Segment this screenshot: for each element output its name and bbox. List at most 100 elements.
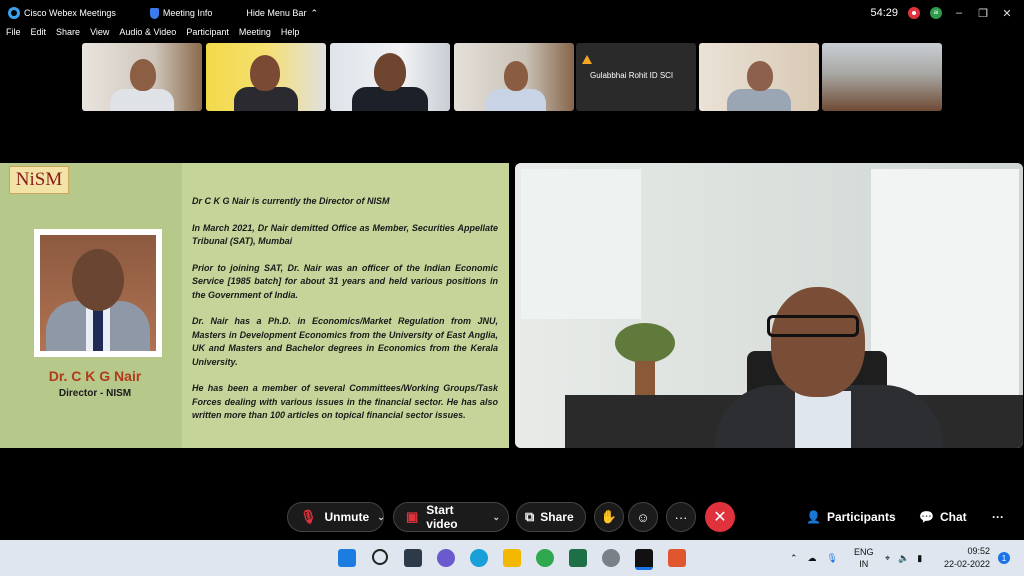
participant-tile[interactable]	[206, 43, 326, 111]
shield-icon	[149, 7, 159, 19]
menu-participant[interactable]: Participant	[186, 27, 229, 41]
search-icon[interactable]	[372, 549, 388, 565]
chevron-down-icon[interactable]: ⌄	[492, 512, 500, 523]
close-icon[interactable]: ✕	[1000, 7, 1014, 20]
share-button[interactable]: ⧉ Share	[516, 502, 586, 532]
file-explorer-icon[interactable]	[503, 549, 521, 567]
task-view-icon[interactable]	[404, 549, 422, 567]
mic-icon[interactable]: 🎙	[827, 553, 838, 564]
speaker-icon: 🔈	[898, 552, 910, 563]
bio-paragraph: Dr. Nair has a Ph.D. in Economics/Market…	[192, 316, 498, 367]
app-name: Cisco Webex Meetings	[24, 8, 116, 18]
chat-label: Chat	[939, 510, 967, 524]
menu-audio-video[interactable]: Audio & Video	[119, 27, 176, 41]
menu-help[interactable]: Help	[281, 27, 300, 41]
share-icon: ⧉	[525, 509, 535, 524]
teams-chat-icon[interactable]	[437, 549, 455, 567]
bio-paragraph: Dr C K G Nair is currently the Director …	[192, 196, 390, 206]
excel-icon[interactable]	[569, 549, 587, 567]
participant-name: Gulabbhai Rohit ID SCI	[590, 71, 674, 80]
recording-icon[interactable]	[908, 7, 920, 19]
chevron-down-icon[interactable]: ⌄	[377, 512, 385, 523]
share-label: Share	[540, 510, 574, 524]
meeting-info-label: Meeting Info	[162, 8, 213, 18]
wifi-icon: ⌖	[885, 552, 891, 563]
participant-tile[interactable]	[454, 43, 574, 111]
cloud-icon[interactable]: ☁	[808, 553, 817, 564]
more-options-button[interactable]: ···	[666, 502, 696, 532]
participants-button[interactable]: 👤 Participants	[806, 502, 896, 532]
webex-logo-icon	[8, 7, 20, 19]
shared-slide: NiSM Dr. C K G Nair Director - NISM Dr C…	[0, 163, 509, 448]
meeting-timer: 54:29	[870, 7, 898, 19]
clock-date: 22-02-2022	[943, 559, 990, 569]
start-video-label: Start video	[426, 503, 458, 531]
participant-tile[interactable]	[330, 43, 450, 111]
app-title: Cisco Webex Meetings	[8, 7, 116, 19]
chat-button[interactable]: 💬 Chat	[919, 502, 967, 532]
minimize-icon[interactable]: –	[952, 7, 966, 19]
participant-tile[interactable]	[822, 43, 942, 111]
bio-paragraph: Prior to joining SAT, Dr. Nair was an of…	[192, 262, 498, 300]
slide-speaker-name: Dr. C K G Nair	[48, 368, 142, 384]
menu-file[interactable]: File	[6, 27, 21, 41]
video-off-icon: ▣	[406, 509, 419, 524]
panel-options-button[interactable]: ···	[992, 502, 1004, 532]
more-icon: ···	[992, 510, 1004, 524]
slide-speaker-role: Director - NISM	[58, 388, 132, 399]
menu-edit[interactable]: Edit	[31, 27, 47, 41]
title-bar: Cisco Webex Meetings Meeting Info Hide M…	[0, 0, 1024, 26]
nism-logo: NiSM	[9, 166, 69, 194]
leave-meeting-button[interactable]: ✕	[705, 502, 735, 532]
mic-muted-icon: 🎙	[300, 509, 317, 524]
menu-bar: File Edit Share View Audio & Video Parti…	[0, 27, 303, 41]
webex-taskbar-icon[interactable]	[635, 549, 653, 570]
edge-browser-icon[interactable]	[470, 549, 488, 567]
language-indicator[interactable]: ENG IN	[854, 540, 874, 576]
bio-paragraph: He has been a member of several Committe…	[192, 383, 498, 420]
menu-meeting[interactable]: Meeting	[239, 27, 271, 41]
unmute-button[interactable]: 🎙 Unmute ⌄	[287, 502, 385, 532]
person-icon: 👤	[806, 510, 821, 524]
maximize-icon[interactable]: ❐	[976, 7, 990, 20]
lang-top: ENG	[854, 547, 874, 557]
clock-time: 09:52	[967, 546, 990, 556]
status-icons[interactable]: ⌖ 🔈 ▮	[885, 540, 922, 576]
more-icon: ···	[674, 509, 688, 525]
active-speaker-video[interactable]	[515, 163, 1023, 448]
speaker-photo	[34, 229, 162, 357]
system-tray: ⌃ ☁ 🎙	[790, 540, 838, 576]
bio-paragraph: In March 2021, Dr Nair demitted Office a…	[192, 222, 498, 247]
taskbar-clock[interactable]: 09:52 22-02-2022	[944, 545, 990, 571]
settings-gear-icon[interactable]	[602, 549, 620, 567]
notification-badge[interactable]: 1	[998, 552, 1010, 564]
raise-hand-button[interactable]: ✋	[594, 502, 624, 532]
participant-tile-gulabbhai[interactable]: Gulabbhai Rohit ID SCI	[576, 43, 696, 111]
participant-tile[interactable]	[82, 43, 202, 111]
hide-menu-bar-label: Hide Menu Bar	[246, 8, 307, 18]
meeting-info-button[interactable]: Meeting Info	[149, 7, 213, 19]
reactions-button[interactable]: ☺	[628, 502, 658, 532]
start-video-button[interactable]: ▣ Start video ⌄	[393, 502, 509, 532]
chat-bubble-icon: 💬	[919, 510, 934, 524]
windows-start-icon[interactable]	[338, 549, 356, 567]
menu-share[interactable]: Share	[56, 27, 80, 41]
hand-icon: ✋	[600, 509, 618, 524]
hide-menu-bar-button[interactable]: Hide Menu Bar ⌃	[246, 8, 318, 19]
close-icon: ✕	[713, 509, 727, 526]
chevron-up-icon[interactable]: ⌃	[790, 553, 798, 564]
user-avatar[interactable]: ai	[930, 7, 942, 19]
snipping-tool-icon[interactable]	[668, 549, 686, 567]
chevron-up-icon: ⌃	[310, 7, 318, 18]
participants-label: Participants	[826, 510, 896, 524]
participant-tile[interactable]	[699, 43, 819, 111]
chrome-icon[interactable]	[536, 549, 554, 567]
smiley-icon: ☺	[636, 509, 650, 525]
menu-view[interactable]: View	[90, 27, 109, 41]
windows-taskbar: ⌃ ☁ 🎙 ENG IN ⌖ 🔈 ▮ 09:52 22-02-2022 1	[0, 540, 1024, 576]
unmute-label: Unmute	[324, 510, 370, 524]
meeting-controls: 🎙 Unmute ⌄ ▣ Start video ⌄ ⧉ Share ✋ ☺ ·…	[0, 500, 1024, 536]
battery-icon: ▮	[917, 552, 923, 563]
lang-bottom: IN	[859, 559, 869, 569]
warning-icon	[582, 55, 592, 64]
